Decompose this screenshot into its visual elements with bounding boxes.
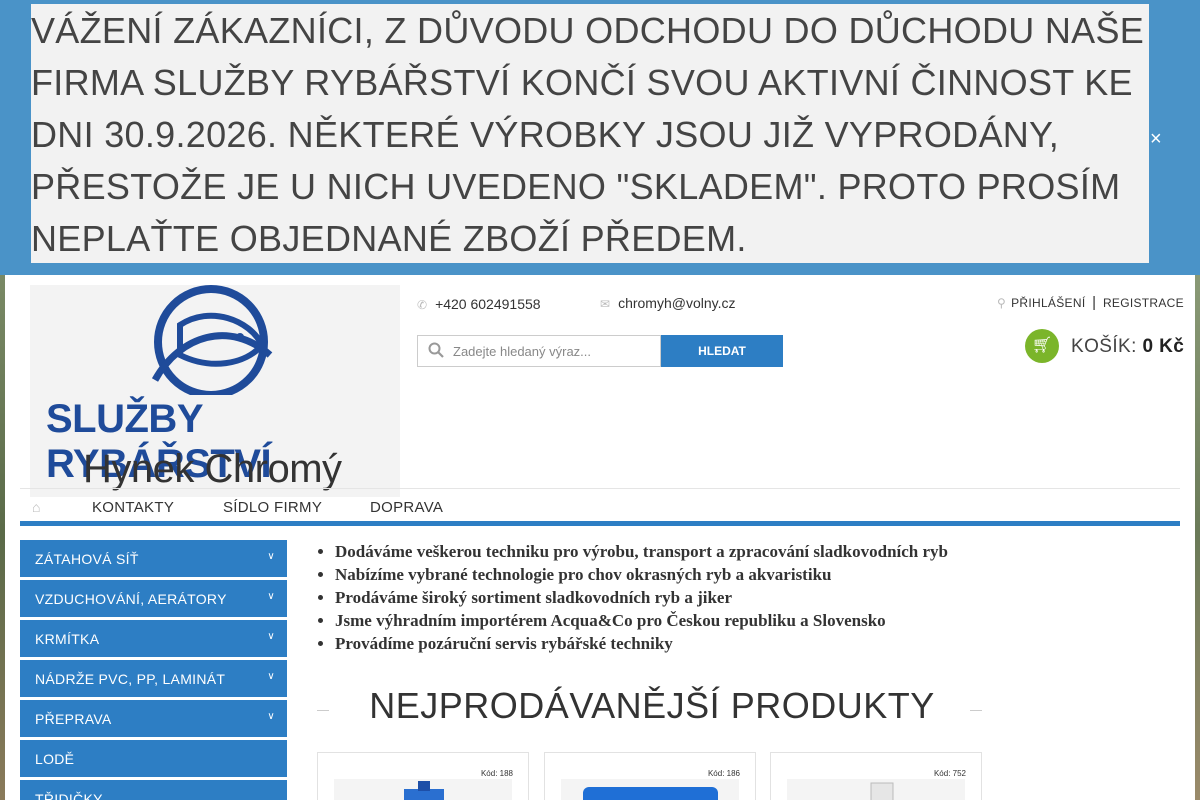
chevron-down-icon: ∨ bbox=[267, 551, 275, 562]
search-icon bbox=[428, 342, 444, 358]
list-item: Provádíme pozáruční servis rybářské tech… bbox=[335, 632, 974, 655]
cart-summary[interactable]: KOŠÍK: 0 Kč bbox=[1071, 336, 1184, 358]
cart-icon[interactable]: 🛒︎ bbox=[1025, 329, 1059, 363]
sidebar-item-krmitka[interactable]: KRMÍTKA ∨ bbox=[20, 620, 287, 657]
category-sidebar: ZÁTAHOVÁ SÍŤ ∨ VZDUCHOVÁNÍ, AERÁTORY ∨ KRM… bbox=[20, 540, 287, 800]
product-code: Kód: 186 bbox=[707, 769, 740, 778]
sidebar-item-label: VZDUCHOVÁNÍ, AERÁTORY bbox=[35, 591, 227, 607]
search-button[interactable]: HLEDAT bbox=[661, 335, 783, 367]
mail-icon: ✉ bbox=[600, 297, 611, 311]
chevron-down-icon: ∨ bbox=[267, 631, 275, 642]
chevron-down-icon: ∨ bbox=[267, 711, 275, 722]
list-item: Nabízíme vybrané technologie pro chov ok… bbox=[335, 563, 974, 586]
sidebar-item-tridicky[interactable]: TŘIDIČKY bbox=[20, 780, 287, 800]
chevron-down-icon: ∨ bbox=[267, 671, 275, 682]
banner-message: VÁŽENÍ ZÁKAZNÍCI, Z DŮVODU ODCHODU DO DŮ… bbox=[31, 4, 1149, 263]
sidebar-item-label: LODĚ bbox=[35, 751, 75, 767]
close-icon[interactable]: × bbox=[1150, 128, 1162, 151]
product-image[interactable] bbox=[787, 779, 965, 800]
email-contact[interactable]: ✉ chromyh@volny.cz bbox=[600, 295, 736, 311]
product-image[interactable] bbox=[561, 779, 739, 800]
link-separator: | bbox=[1092, 294, 1097, 311]
sidebar-item-label: KRMÍTKA bbox=[35, 631, 100, 647]
list-item: Jsme výhradním importérem Acqua&Co pro Č… bbox=[335, 609, 974, 632]
sidebar-item-lode[interactable]: LODĚ bbox=[20, 740, 287, 777]
user-icon: ⚲ bbox=[997, 296, 1007, 310]
phone-icon: ✆ bbox=[417, 298, 428, 312]
list-item: Dodáváme veškerou techniku pro výrobu, t… bbox=[335, 540, 974, 563]
email-address: chromyh@volny.cz bbox=[618, 295, 736, 311]
product-code: Kód: 752 bbox=[933, 769, 966, 778]
register-link[interactable]: REGISTRACE bbox=[1103, 296, 1184, 310]
title-divider-right bbox=[970, 710, 982, 711]
sidebar-item-vzduchovani[interactable]: VZDUCHOVÁNÍ, AERÁTORY ∨ bbox=[20, 580, 287, 617]
product-card[interactable]: Kód: 186 bbox=[544, 752, 756, 800]
product-card[interactable]: Kód: 188 bbox=[317, 752, 529, 800]
sidebar-item-label: PŘEPRAVA bbox=[35, 711, 112, 727]
sidebar-item-zatahova-sit[interactable]: ZÁTAHOVÁ SÍŤ ∨ bbox=[20, 540, 287, 577]
page: SLUŽBY RYBÁŘSTVÍ Hynek Chromý ✆ +420 6024… bbox=[5, 275, 1195, 800]
nav-item-kontakty[interactable]: KONTAKTY bbox=[92, 499, 174, 516]
main-nav: ⌂ KONTAKTY SÍDLO FIRMY DOPRAVA bbox=[20, 488, 1180, 526]
phone-number: +420 602491558 bbox=[435, 296, 541, 312]
account-links: ⚲ PŘIHLÁŠENÍ | REGISTRACE bbox=[997, 294, 1184, 311]
phone-contact: ✆ +420 602491558 bbox=[417, 296, 541, 312]
product-card[interactable]: Kód: 752 bbox=[770, 752, 982, 800]
fish-logo-icon bbox=[151, 285, 273, 395]
bestsellers-title: NEJPRODÁVANĚJŠÍ PRODUKTY bbox=[369, 685, 935, 726]
intro-list: Dodáváme veškerou techniku pro výrobu, t… bbox=[316, 540, 974, 655]
sidebar-item-label: TŘIDIČKY bbox=[35, 791, 103, 800]
product-image[interactable] bbox=[334, 779, 512, 800]
sidebar-item-preprava[interactable]: PŘEPRAVA ∨ bbox=[20, 700, 287, 737]
logo[interactable]: SLUŽBY RYBÁŘSTVÍ Hynek Chromý bbox=[30, 285, 400, 497]
cart-total: 0 Kč bbox=[1142, 336, 1185, 357]
cart-label: KOŠÍK: bbox=[1071, 336, 1137, 357]
list-item: Prodáváme široký sortiment sladkovodních… bbox=[335, 586, 974, 609]
chevron-down-icon: ∨ bbox=[267, 591, 275, 602]
nav-item-sidlo-firmy[interactable]: SÍDLO FIRMY bbox=[223, 499, 322, 516]
sidebar-item-nadrze[interactable]: NÁDRŽE PVC, PP, LAMINÁT ∨ bbox=[20, 660, 287, 697]
login-link[interactable]: PŘIHLÁŠENÍ bbox=[1011, 296, 1085, 310]
closure-banner: VÁŽENÍ ZÁKAZNÍCI, Z DŮVODU ODCHODU DO DŮ… bbox=[0, 0, 1200, 275]
nav-item-doprava[interactable]: DOPRAVA bbox=[370, 499, 443, 516]
sidebar-item-label: NÁDRŽE PVC, PP, LAMINÁT bbox=[35, 671, 226, 687]
search-placeholder: Zadejte hledaný výraz... bbox=[453, 344, 592, 359]
search-input[interactable]: Zadejte hledaný výraz... bbox=[417, 335, 661, 367]
home-icon[interactable]: ⌂ bbox=[32, 499, 40, 515]
sidebar-item-label: ZÁTAHOVÁ SÍŤ bbox=[35, 551, 139, 567]
product-code: Kód: 188 bbox=[480, 769, 513, 778]
logo-subtitle: Hynek Chromý bbox=[83, 447, 342, 491]
